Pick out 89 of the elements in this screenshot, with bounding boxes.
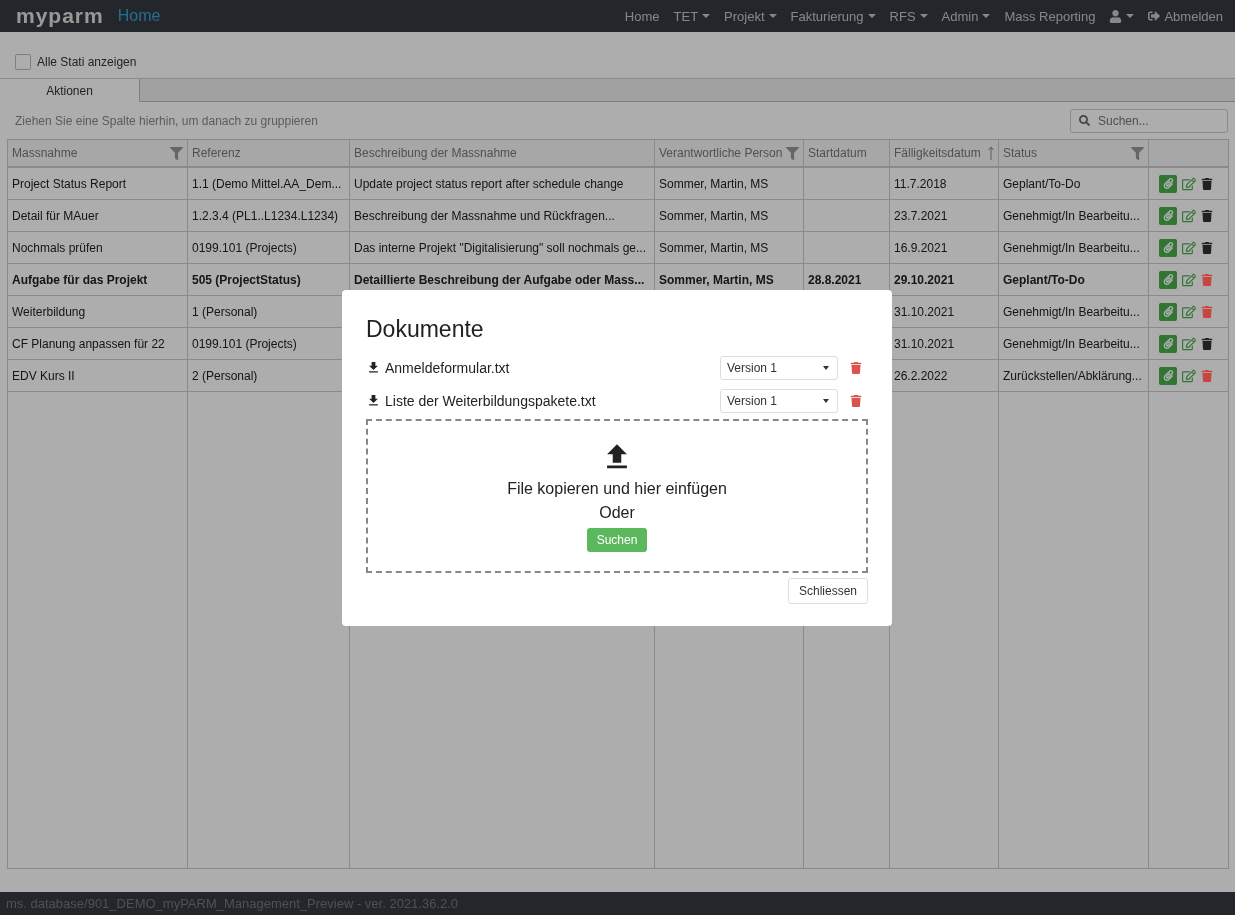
filter-icon	[1131, 146, 1144, 160]
delete-icon[interactable]	[1201, 209, 1213, 222]
group-hint: Ziehen Sie eine Spalte hierhin, um danach zu gruppieren	[15, 113, 318, 128]
table-cell: Geplant/To-Do	[998, 263, 1149, 296]
tab[interactable]: Aktionen	[0, 79, 140, 102]
table-cell: 0199.101 (Projects)	[187, 231, 350, 264]
edit-icon[interactable]	[1182, 240, 1196, 255]
nav-link[interactable]: Admin	[941, 8, 991, 24]
filter-icon	[170, 146, 183, 160]
table-cell: Aufgabe für das Projekt	[7, 263, 188, 296]
table-cell: Update project status report after schedule change	[349, 167, 655, 200]
table-cell: Genehmigt/In Bearbeitu...	[998, 199, 1149, 232]
download-icon	[366, 360, 381, 375]
table-cell: CF Planung anpassen für 22	[7, 327, 188, 360]
or-text: Oder	[599, 504, 635, 522]
edit-icon[interactable]	[1182, 304, 1196, 319]
checkbox-label: Alle Stati anzeigen	[37, 55, 137, 69]
edit-icon[interactable]	[1182, 368, 1196, 383]
search-input[interactable]: Suchen...	[1096, 112, 1210, 129]
nav-link[interactable]: RFS	[889, 8, 928, 24]
attachment-button[interactable]	[1159, 366, 1177, 385]
dropzone-text: File kopieren und hier einfügen	[507, 480, 727, 498]
user-icon	[1109, 9, 1123, 23]
column-header[interactable]: Massnahme	[7, 139, 188, 167]
table-cell: 1.1 (Demo Mittel.AA_Dem...	[187, 167, 350, 200]
column-header[interactable]: Fälligkeitsdatum	[889, 139, 999, 167]
table-cell: Detail für MAuer	[7, 199, 188, 232]
table-cell: Nochmals prüfen	[7, 231, 188, 264]
table-cell: 16.9.2021	[889, 231, 999, 264]
nav-link[interactable]: Home	[624, 8, 660, 24]
column-header[interactable]: Startdatum	[803, 139, 890, 167]
table-cell: Sommer, Martin, MS	[654, 167, 804, 200]
edit-icon[interactable]	[1182, 336, 1196, 351]
nav-link[interactable]: Fakturierung	[790, 8, 876, 24]
nav-link[interactable]: Projekt	[724, 8, 777, 24]
edit-icon[interactable]	[1182, 176, 1196, 191]
table-cell: Genehmigt/In Bearbeitu...	[998, 231, 1149, 264]
column-header[interactable]: Beschreibung der Massnahme	[349, 139, 655, 167]
delete-icon[interactable]	[850, 394, 862, 407]
table-cell: 23.7.2021	[889, 199, 999, 232]
table-cell: Beschreibung der Massnahme und Rückfragen...	[349, 199, 655, 232]
edit-icon[interactable]	[1182, 208, 1196, 223]
attachment-button[interactable]	[1159, 302, 1177, 321]
attachment-button[interactable]	[1159, 174, 1177, 193]
attachment-button[interactable]	[1159, 334, 1177, 353]
logo: myparm	[16, 4, 104, 28]
delete-icon[interactable]	[850, 361, 862, 374]
sort-arrow-icon	[988, 146, 994, 160]
column-header[interactable]: Status	[998, 139, 1149, 167]
table-cell: Das interne Projekt "Digitalisierung" soll nochmals ge...	[349, 231, 655, 264]
table-cell: Genehmigt/In Bearbeitu...	[998, 295, 1149, 328]
table-cell: Sommer, Martin, MS	[654, 199, 804, 232]
table-cell: 1.2.3.4 (PL1..L1234.L1234)	[187, 199, 350, 232]
download-icon	[366, 393, 381, 408]
nav-link[interactable]: Mass Reporting	[1004, 8, 1096, 24]
browse-button[interactable]: Suchen	[586, 528, 648, 552]
user-menu[interactable]	[1109, 9, 1135, 23]
close-button[interactable]: Schliessen	[787, 578, 868, 604]
table-cell: EDV Kurs II	[7, 359, 188, 392]
delete-icon[interactable]	[1201, 241, 1213, 254]
logout-icon	[1148, 10, 1161, 22]
filter-icon	[786, 146, 799, 160]
table-cell: Zurückstellen/Abklärung...	[998, 359, 1149, 392]
table-cell: Weiterbildung	[7, 295, 188, 328]
nav-link[interactable]: TET	[673, 8, 711, 24]
edit-icon[interactable]	[1182, 272, 1196, 287]
attachment-button[interactable]	[1159, 270, 1177, 289]
nav-link[interactable]: Abmelden	[1148, 8, 1223, 24]
version-select[interactable]: Version 1	[720, 355, 838, 380]
delete-icon[interactable]	[1201, 337, 1213, 350]
attachment-button[interactable]	[1159, 206, 1177, 225]
column-header[interactable]: Verantwortliche Person	[654, 139, 804, 167]
document-link[interactable]: Anmeldeformular.txt	[366, 359, 510, 376]
table-cell: Project Status Report	[7, 167, 188, 200]
page-title: Home	[117, 7, 161, 25]
column-header[interactable]: Referenz	[187, 139, 350, 167]
table-cell: Genehmigt/In Bearbeitu...	[998, 327, 1149, 360]
table-cell: Geplant/To-Do	[998, 167, 1149, 200]
delete-icon[interactable]	[1201, 177, 1213, 190]
dropzone[interactable]: File kopieren und hier einfügen Oder Suchen	[366, 419, 868, 573]
search-icon	[1079, 115, 1090, 126]
checkbox[interactable]	[15, 54, 31, 70]
search-field[interactable]: Suchen...	[1070, 108, 1228, 133]
modal-title: Dokumente	[366, 316, 485, 343]
document-link[interactable]: Liste der Weiterbildungspakete.txt	[366, 392, 596, 409]
table-cell: 11.7.2018	[889, 167, 999, 200]
table-cell: Sommer, Martin, MS	[654, 231, 804, 264]
attachment-button[interactable]	[1159, 238, 1177, 257]
version-select[interactable]: Version 1	[720, 388, 838, 413]
